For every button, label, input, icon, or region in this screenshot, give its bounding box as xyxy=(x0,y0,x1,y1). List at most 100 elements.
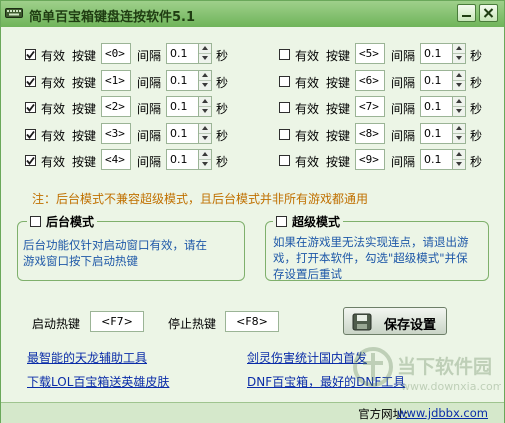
interval-spinner[interactable] xyxy=(198,123,212,144)
valid-checkbox[interactable] xyxy=(279,129,290,140)
key-row: 有效 按键 <4> 间隔 0.1 秒 xyxy=(25,149,235,171)
start-hotkey-field[interactable]: <F7> xyxy=(90,311,144,332)
spin-up-button[interactable] xyxy=(199,97,211,107)
super-mode-desc-line: 戏，打开本软件，勾选"超级模式"并保 xyxy=(273,251,468,265)
interval-label: 间隔 xyxy=(391,155,416,169)
valid-checkbox[interactable] xyxy=(279,76,290,87)
key-field[interactable]: <2> xyxy=(101,96,131,117)
key-field[interactable]: <6> xyxy=(355,70,385,91)
seconds-label: 秒 xyxy=(470,49,483,63)
key-field[interactable]: <5> xyxy=(355,43,385,64)
close-button[interactable] xyxy=(479,4,498,22)
interval-label: 间隔 xyxy=(137,129,162,143)
spin-down-button[interactable] xyxy=(199,160,211,169)
valid-checkbox[interactable] xyxy=(279,49,290,60)
valid-checkbox[interactable] xyxy=(25,102,36,113)
interval-input[interactable]: 0.1 xyxy=(420,43,453,64)
stop-hotkey-field[interactable]: <F8> xyxy=(225,311,279,332)
spin-up-button[interactable] xyxy=(199,44,211,54)
valid-checkbox[interactable] xyxy=(25,155,36,166)
title-bar[interactable]: 简单百宝箱键盘连按软件5.1 xyxy=(1,1,504,27)
background-mode-header[interactable]: 后台模式 xyxy=(27,213,98,230)
spin-up-button[interactable] xyxy=(199,150,211,160)
key-label: 按键 xyxy=(72,102,97,116)
interval-input[interactable]: 0.1 xyxy=(420,149,453,170)
interval-label: 间隔 xyxy=(137,76,162,90)
interval-spinner[interactable] xyxy=(452,149,466,170)
interval-spinner[interactable] xyxy=(198,43,212,64)
valid-checkbox[interactable] xyxy=(279,155,290,166)
spin-down-button[interactable] xyxy=(199,107,211,116)
interval-spinner[interactable] xyxy=(452,123,466,144)
key-label: 按键 xyxy=(72,49,97,63)
valid-checkbox[interactable] xyxy=(25,76,36,87)
spin-down-button[interactable] xyxy=(453,107,465,116)
key-label: 按键 xyxy=(326,49,351,63)
valid-label: 有效 xyxy=(295,155,320,169)
key-row: 有效 按键 <6> 间隔 0.1 秒 xyxy=(279,70,489,92)
key-label: 按键 xyxy=(326,76,351,90)
site-link[interactable]: www.jdbbx.com xyxy=(397,406,488,420)
spin-down-button[interactable] xyxy=(199,81,211,90)
interval-spinner[interactable] xyxy=(198,70,212,91)
interval-label: 间隔 xyxy=(391,129,416,143)
interval-input[interactable]: 0.1 xyxy=(166,96,199,117)
key-label: 按键 xyxy=(72,76,97,90)
background-mode-desc-line: 后台功能仅针对启动窗口有效，请在 xyxy=(23,238,207,252)
key-field[interactable]: <4> xyxy=(101,149,131,170)
valid-checkbox[interactable] xyxy=(25,49,36,60)
key-label: 按键 xyxy=(72,155,97,169)
key-field[interactable]: <1> xyxy=(101,70,131,91)
spin-down-button[interactable] xyxy=(199,134,211,143)
key-field[interactable]: <9> xyxy=(355,149,385,170)
interval-spinner[interactable] xyxy=(452,43,466,64)
interval-spinner[interactable] xyxy=(452,96,466,117)
key-field[interactable]: <7> xyxy=(355,96,385,117)
spin-up-button[interactable] xyxy=(199,71,211,81)
link-jianling-stats[interactable]: 剑灵伤害统计国内首发 xyxy=(247,349,367,366)
spin-down-button[interactable] xyxy=(199,54,211,63)
close-icon xyxy=(483,8,494,18)
valid-checkbox[interactable] xyxy=(279,102,290,113)
key-field[interactable]: <3> xyxy=(101,123,131,144)
interval-input[interactable]: 0.1 xyxy=(420,123,453,144)
key-field[interactable]: <0> xyxy=(101,43,131,64)
spin-up-button[interactable] xyxy=(453,44,465,54)
spin-down-button[interactable] xyxy=(453,160,465,169)
status-bar: 官方网址: www.jdbbx.com xyxy=(1,402,504,423)
interval-input[interactable]: 0.1 xyxy=(166,149,199,170)
background-mode-checkbox[interactable] xyxy=(30,216,41,227)
super-mode-header[interactable]: 超级模式 xyxy=(273,213,344,230)
super-mode-desc-line: 如果在游戏里无法实现连点，请退出游 xyxy=(273,235,469,249)
valid-checkbox[interactable] xyxy=(25,129,36,140)
super-mode-checkbox[interactable] xyxy=(276,216,287,227)
seconds-label: 秒 xyxy=(216,49,229,63)
spin-up-button[interactable] xyxy=(453,124,465,134)
seconds-label: 秒 xyxy=(470,155,483,169)
spin-down-button[interactable] xyxy=(453,134,465,143)
interval-spinner[interactable] xyxy=(452,70,466,91)
interval-label: 间隔 xyxy=(391,76,416,90)
spin-up-button[interactable] xyxy=(453,97,465,107)
interval-input[interactable]: 0.1 xyxy=(166,123,199,144)
save-settings-button[interactable]: 保存设置 xyxy=(343,307,447,335)
spin-up-button[interactable] xyxy=(453,71,465,81)
minimize-button[interactable] xyxy=(457,4,476,22)
link-lol-box[interactable]: 下载LOL百宝箱送英雄皮肤 xyxy=(27,373,169,390)
interval-input[interactable]: 0.1 xyxy=(420,70,453,91)
spin-up-button[interactable] xyxy=(199,124,211,134)
super-mode-desc-line: 存设置后重试 xyxy=(273,267,342,281)
interval-input[interactable]: 0.1 xyxy=(420,96,453,117)
spin-down-button[interactable] xyxy=(453,54,465,63)
key-field[interactable]: <8> xyxy=(355,123,385,144)
seconds-label: 秒 xyxy=(216,129,229,143)
valid-label: 有效 xyxy=(295,49,320,63)
interval-spinner[interactable] xyxy=(198,149,212,170)
interval-input[interactable]: 0.1 xyxy=(166,43,199,64)
spin-down-button[interactable] xyxy=(453,81,465,90)
spin-up-button[interactable] xyxy=(453,150,465,160)
link-tianlong-tool[interactable]: 最智能的天龙辅助工具 xyxy=(27,349,147,366)
interval-spinner[interactable] xyxy=(198,96,212,117)
interval-input[interactable]: 0.1 xyxy=(166,70,199,91)
valid-label: 有效 xyxy=(295,76,320,90)
